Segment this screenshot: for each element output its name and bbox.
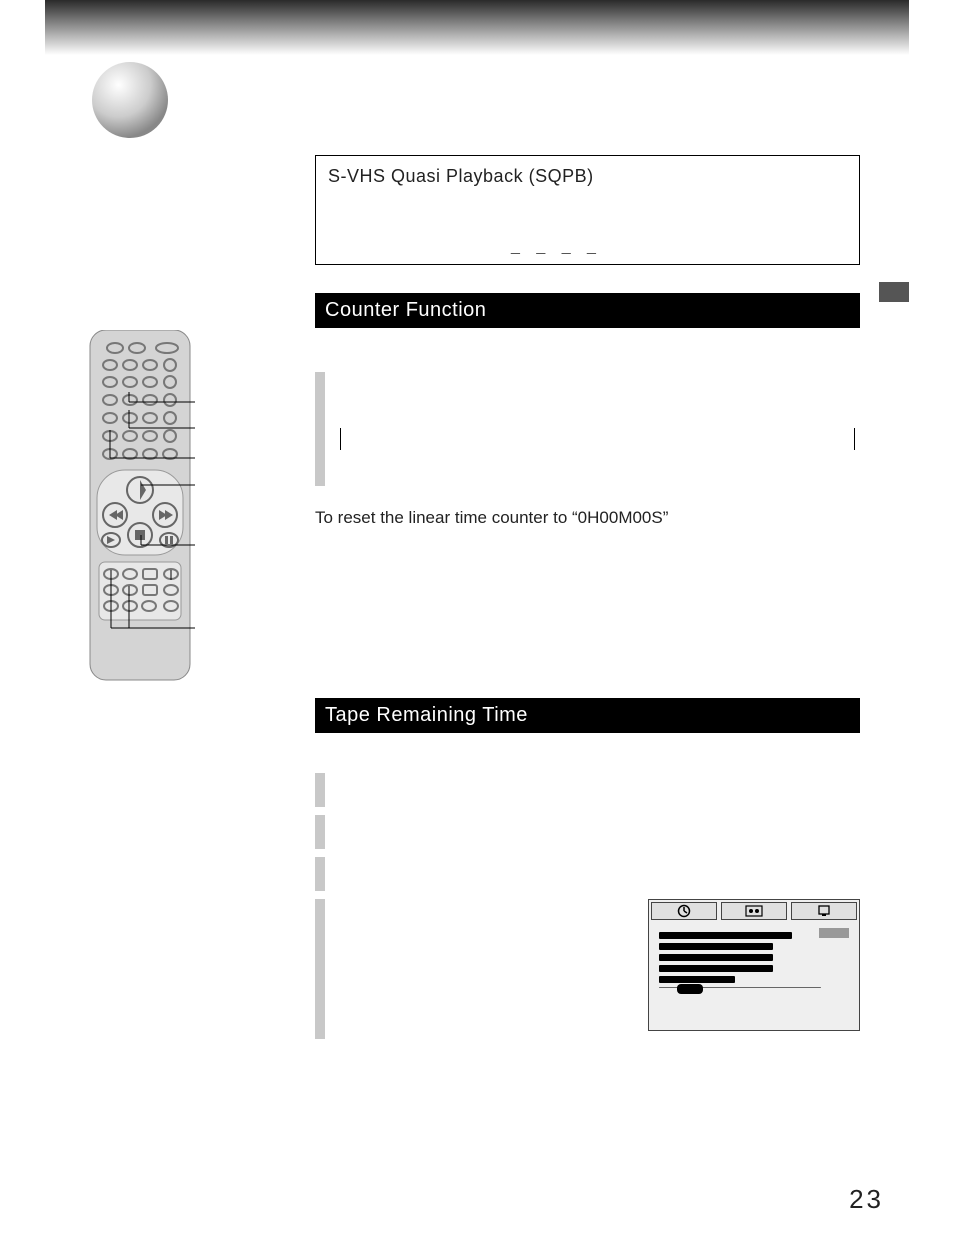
osd-menu-panel	[648, 899, 860, 1031]
remote-control-icon	[85, 330, 195, 685]
step-indicator-bar	[315, 372, 325, 486]
header-gradient	[45, 0, 909, 55]
page-number: 23	[849, 1184, 884, 1215]
sqpb-title: S-VHS Quasi Playback (SQPB)	[328, 166, 847, 187]
step-indicator-bar	[315, 773, 325, 807]
page-edge-tab	[879, 282, 909, 302]
osd-tab-clock-icon	[651, 902, 717, 920]
osd-menu-item	[659, 954, 773, 961]
counter-reset-subheading: To reset the linear time counter to “0H0…	[315, 508, 860, 528]
counter-step-1	[315, 372, 860, 486]
tape-step-2	[315, 815, 860, 849]
step-indicator-bar	[315, 815, 325, 849]
osd-tab-setup-icon	[791, 902, 857, 920]
osd-menu-item	[659, 932, 792, 939]
tape-step-3	[315, 857, 860, 891]
osd-menu-item	[659, 976, 735, 983]
tape-remaining-heading: Tape Remaining Time	[315, 698, 860, 733]
osd-tab-tape-icon	[721, 902, 787, 920]
step-indicator-bar	[315, 857, 325, 891]
counter-function-heading: Counter Function	[315, 293, 860, 328]
sqpb-box: S-VHS Quasi Playback (SQPB) _ _ _ _	[315, 155, 860, 265]
step-indicator-bar	[315, 899, 325, 1039]
osd-menu-item	[659, 965, 773, 972]
sqpb-decor-dashes: _ _ _ _	[511, 238, 602, 256]
osd-select-indicator	[677, 984, 703, 994]
decorative-sphere-icon	[90, 60, 170, 140]
inline-bracket	[340, 428, 855, 450]
tape-step-1	[315, 773, 860, 807]
tape-step-4	[315, 899, 860, 1039]
osd-value-highlight	[819, 928, 849, 938]
osd-menu-item	[659, 943, 773, 950]
